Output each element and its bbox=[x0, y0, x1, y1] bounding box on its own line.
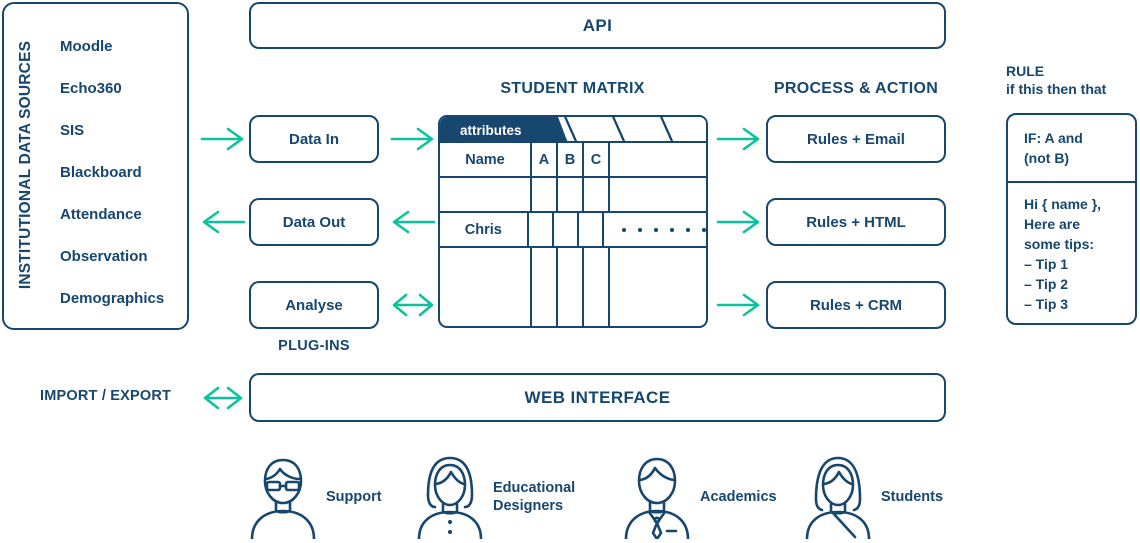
api-label: API bbox=[582, 15, 613, 35]
cell-b bbox=[558, 178, 584, 211]
arrow-data-in-to-matrix-icon bbox=[390, 127, 434, 151]
data-source-item: Echo360 bbox=[60, 80, 122, 97]
ellipsis-dots-icon bbox=[614, 227, 706, 232]
cell-name: Chris bbox=[440, 213, 529, 246]
arrow-matrix-to-data-out-icon bbox=[392, 210, 436, 234]
rule-heading: RULE if this then that bbox=[1006, 62, 1106, 98]
plugin-data-in-label: Data In bbox=[288, 130, 339, 148]
dot-icon bbox=[622, 227, 626, 232]
table-row: Chris bbox=[440, 213, 706, 248]
api-bar: API bbox=[249, 2, 946, 49]
data-source-item: Blackboard bbox=[60, 164, 142, 181]
table-row-empty bbox=[440, 248, 706, 326]
student-matrix-tab-row: attributes bbox=[440, 117, 706, 143]
plugin-analyse-label: Analyse bbox=[285, 296, 343, 314]
cell-b bbox=[558, 248, 584, 326]
person-long-hair-icon bbox=[417, 456, 483, 539]
persona-students: Students bbox=[803, 455, 943, 539]
rule-message-text: Hi { name }, Here are some tips: – Tip 1… bbox=[1024, 196, 1102, 312]
institutional-data-sources-list: Moodle Echo360 SIS Blackboard Attendance… bbox=[60, 26, 181, 320]
rule-heading-subtitle: if this then that bbox=[1006, 81, 1107, 97]
action-rules-crm-label: Rules + CRM bbox=[809, 296, 903, 314]
arrow-data-out-to-sources-icon bbox=[202, 210, 246, 234]
import-export-label: IMPORT / EXPORT bbox=[40, 388, 172, 404]
web-interface-label: WEB INTERFACE bbox=[524, 387, 671, 407]
plugins-group-label: PLUG-INS bbox=[278, 338, 350, 354]
tab-divider-icon bbox=[612, 117, 626, 143]
persona-educational-designers-label: Educational Designers bbox=[493, 480, 576, 514]
table-row bbox=[440, 178, 706, 213]
arrow-matrix-to-rules-html-icon bbox=[716, 210, 760, 234]
rule-condition-text: IF: A and (not B) bbox=[1008, 115, 1135, 183]
column-header-c: C bbox=[584, 143, 610, 176]
dot-icon bbox=[654, 227, 658, 232]
table-header-row: Name A B C bbox=[440, 143, 706, 178]
tab-divider-icon bbox=[660, 117, 674, 143]
cell-c bbox=[584, 248, 610, 326]
persona-support-label: Support bbox=[326, 489, 382, 505]
plugin-data-out-label: Data Out bbox=[282, 213, 346, 231]
column-header-b: B bbox=[558, 143, 584, 176]
persona-academics-label: Academics bbox=[700, 489, 777, 505]
data-source-item: Attendance bbox=[60, 206, 142, 223]
person-glasses-icon bbox=[250, 458, 316, 539]
data-source-item: SIS bbox=[60, 122, 85, 139]
cell-a bbox=[532, 178, 558, 211]
data-source-item: Demographics bbox=[60, 290, 165, 307]
action-rules-email[interactable]: Rules + Email bbox=[766, 115, 946, 163]
cell-c bbox=[579, 213, 604, 246]
plugin-analyse[interactable]: Analyse bbox=[249, 281, 379, 329]
action-rules-html[interactable]: Rules + HTML bbox=[766, 198, 946, 246]
web-interface-bar: WEB INTERFACE bbox=[249, 373, 946, 422]
arrow-analyse-matrix-bidirectional-icon bbox=[392, 293, 434, 317]
column-header-a: A bbox=[532, 143, 558, 176]
cell-extra bbox=[604, 213, 706, 246]
tab-attributes-label: attributes bbox=[460, 122, 522, 138]
dot-icon bbox=[686, 227, 690, 232]
action-rules-crm[interactable]: Rules + CRM bbox=[766, 281, 946, 329]
dot-icon bbox=[638, 227, 642, 232]
cell-c bbox=[584, 178, 610, 211]
rule-card: IF: A and (not B) Hi { name }, Here are … bbox=[1006, 113, 1137, 325]
person-tie-icon bbox=[624, 457, 690, 539]
action-rules-email-label: Rules + Email bbox=[807, 130, 905, 148]
student-matrix-heading: STUDENT MATRIX bbox=[500, 80, 645, 97]
persona-educational-designers: Educational Designers bbox=[415, 455, 575, 539]
process-action-heading: PROCESS & ACTION bbox=[773, 80, 939, 97]
column-header-blank bbox=[610, 143, 706, 176]
institutional-data-sources-vertical-label: INSTITUTIONAL DATA SOURCES bbox=[17, 40, 34, 290]
cell-b bbox=[554, 213, 579, 246]
tab-attributes[interactable]: attributes bbox=[440, 117, 568, 143]
plugin-data-out[interactable]: Data Out bbox=[249, 198, 379, 246]
arrow-import-export-bidirectional-icon bbox=[203, 386, 243, 410]
persona-support: Support bbox=[248, 455, 382, 539]
column-header-name: Name bbox=[440, 143, 532, 176]
cell-extra bbox=[610, 178, 706, 211]
action-rules-html-label: Rules + HTML bbox=[806, 213, 906, 231]
persona-students-label: Students bbox=[881, 489, 944, 505]
data-source-item: Moodle bbox=[60, 38, 113, 55]
student-matrix-grid: Name A B C Chris bbox=[440, 143, 706, 326]
arrow-sources-to-data-in-icon bbox=[200, 127, 244, 151]
diagram-canvas: INSTITUTIONAL DATA SOURCES Moodle Echo36… bbox=[0, 0, 1140, 543]
dot-icon bbox=[702, 227, 706, 232]
cell-name bbox=[440, 248, 532, 326]
data-source-item: Observation bbox=[60, 248, 148, 265]
rule-heading-title: RULE bbox=[1006, 63, 1045, 79]
student-matrix-table: attributes Name A B C Chris bbox=[438, 115, 708, 328]
cell-extra bbox=[610, 248, 706, 326]
institutional-data-sources-panel: INSTITUTIONAL DATA SOURCES Moodle Echo36… bbox=[2, 2, 189, 330]
tab-divider-icon bbox=[564, 117, 578, 143]
cell-name bbox=[440, 178, 532, 211]
plugin-data-in[interactable]: Data In bbox=[249, 115, 379, 163]
arrow-matrix-to-rules-crm-icon bbox=[716, 293, 760, 317]
dot-icon bbox=[670, 227, 674, 232]
cell-a bbox=[532, 248, 558, 326]
person-student-icon bbox=[805, 456, 871, 539]
arrow-matrix-to-rules-email-icon bbox=[716, 127, 760, 151]
cell-a bbox=[529, 213, 554, 246]
persona-academics: Academics bbox=[622, 455, 777, 539]
